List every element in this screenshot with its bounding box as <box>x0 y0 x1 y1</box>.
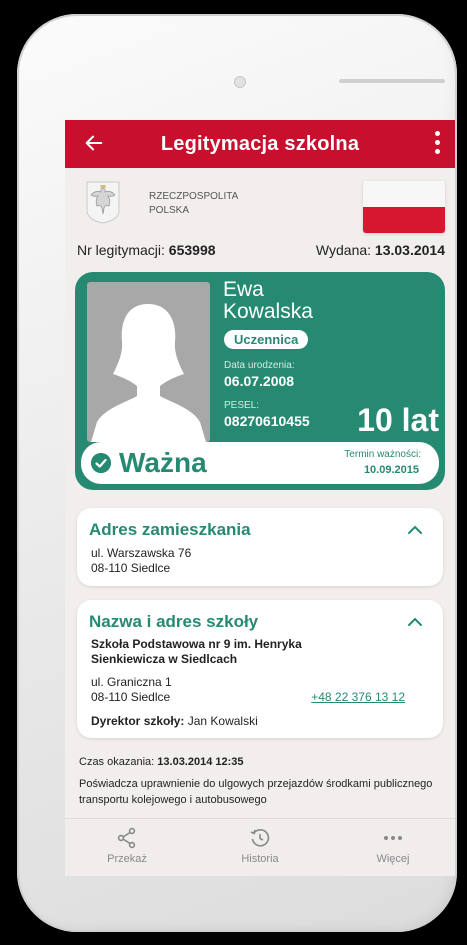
address-section[interactable]: Adres zamieszkania ul. Warszawska 76 08-… <box>77 508 443 586</box>
nav-history[interactable]: Historia <box>220 827 300 865</box>
document-header: RZECZPOSPOLITA POLSKA <box>65 168 455 240</box>
student-name: Ewa Kowalska <box>223 278 313 323</box>
phone-frame: Legitymacja szkolna RZECZPOSPOLITA POLSK… <box>17 14 457 932</box>
chevron-up-icon[interactable] <box>407 524 423 536</box>
expiry-date: 10.09.2015 <box>363 464 419 476</box>
polish-flag-icon <box>363 181 445 233</box>
nav-more[interactable]: Więcej <box>353 827 433 865</box>
birth-date-label: Data urodzenia: <box>224 360 295 371</box>
section-title: Nazwa i adres szkoły <box>89 612 259 631</box>
phone-camera <box>234 76 246 88</box>
pesel-label: PESEL: <box>224 400 260 411</box>
school-section[interactable]: Nazwa i adres szkoły Szkoła Podstawowa n… <box>77 600 443 738</box>
school-name: Szkoła Podstawowa nr 9 im. Henryka Sienk… <box>91 637 302 666</box>
school-director: Dyrektor szkoły: Jan Kowalski <box>91 714 258 728</box>
validity-status: Ważna <box>119 447 207 478</box>
student-photo <box>87 282 210 442</box>
chevron-up-icon[interactable] <box>407 616 423 628</box>
app-screen: Legitymacja szkolna RZECZPOSPOLITA POLSK… <box>65 120 455 876</box>
phone-speaker <box>339 79 445 83</box>
more-horiz-icon <box>384 836 402 840</box>
school-address: ul. Graniczna 1 08-110 Siedlce <box>91 675 172 704</box>
history-icon <box>250 829 270 847</box>
role-badge: Uczennica <box>224 330 309 349</box>
address-line-1: ul. Warszawska 76 <box>91 546 192 560</box>
bottom-navigation: Przekaż Historia Więcej <box>65 818 455 876</box>
polish-eagle-icon <box>86 181 120 224</box>
birth-date: 06.07.2008 <box>224 373 295 389</box>
person-silhouette-icon <box>91 304 206 442</box>
student-id-card: Ewa Kowalska Uczennica Data urodzenia: 0… <box>75 272 445 490</box>
page-title: Legitymacja szkolna <box>160 133 360 155</box>
section-title: Adres zamieszkania <box>89 520 251 539</box>
school-phone-link[interactable]: +48 22 376 13 12 <box>311 690 405 704</box>
share-icon <box>117 827 136 849</box>
id-info-row: Nr legitymacji: 653998 Wydana: 13.03.201… <box>65 240 455 264</box>
nav-share[interactable]: Przekaż <box>87 827 167 865</box>
address-line-2: 08-110 Siedlce <box>91 561 171 575</box>
app-bar: Legitymacja szkolna <box>65 120 455 168</box>
pesel-number: 08270610455 <box>224 413 310 429</box>
validity-bar: Ważna Termin ważności: 10.09.2015 <box>81 442 439 484</box>
expiry-label: Termin ważności: <box>344 449 421 460</box>
id-number: Nr legitymacji: 653998 <box>77 242 216 258</box>
more-vert-icon[interactable] <box>433 131 441 157</box>
issue-date: Wydana: 13.03.2014 <box>315 242 445 258</box>
entitlement-description: Poświadcza uprawnienie do ulgowych przej… <box>79 778 433 806</box>
check-circle-icon <box>91 453 111 473</box>
shown-time: Czas okazania: 13.03.2014 12:35 <box>79 756 244 768</box>
country-name: RZECZPOSPOLITA POLSKA <box>149 191 239 216</box>
age-value: 10 lat <box>357 402 439 438</box>
